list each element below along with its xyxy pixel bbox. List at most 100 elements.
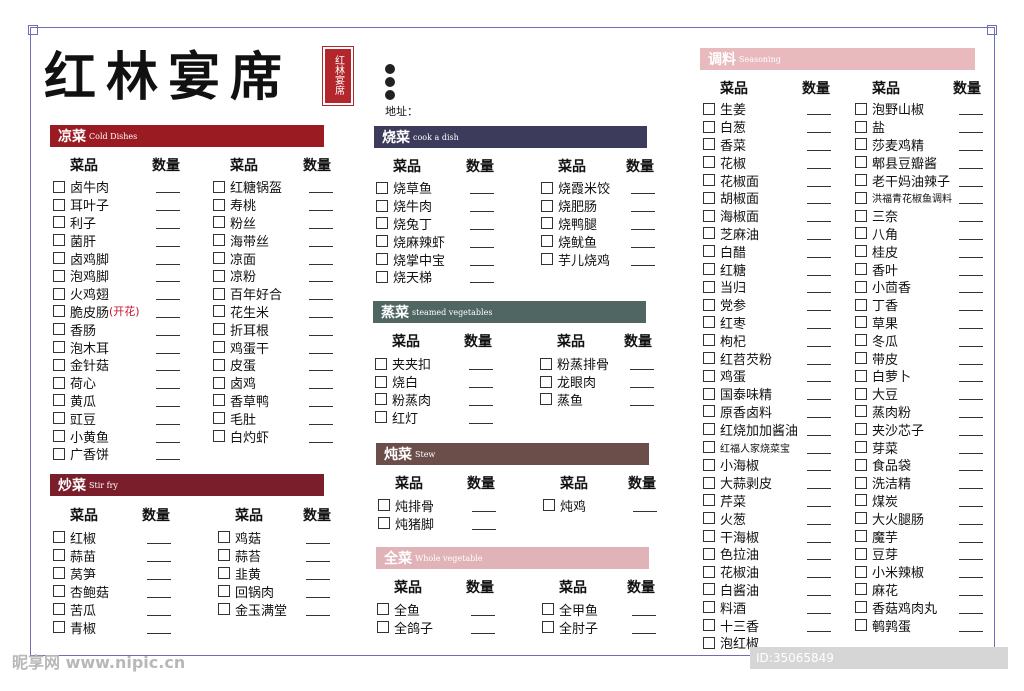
quantity-blank[interactable] <box>471 603 495 616</box>
quantity-blank[interactable] <box>632 603 656 616</box>
quantity-blank[interactable] <box>306 531 330 544</box>
quantity-blank[interactable] <box>959 583 983 596</box>
dish-checkbox[interactable] <box>213 376 225 389</box>
dish-checkbox[interactable] <box>377 621 389 633</box>
quantity-blank[interactable] <box>959 387 983 401</box>
dish-checkbox[interactable] <box>703 316 715 329</box>
quantity-blank[interactable] <box>807 156 831 169</box>
dish-checkbox[interactable] <box>218 549 230 561</box>
dish-checkbox[interactable] <box>703 387 715 400</box>
quantity-blank[interactable] <box>631 217 655 230</box>
dish-checkbox[interactable] <box>855 369 867 382</box>
dish-checkbox[interactable] <box>703 280 715 293</box>
dish-checkbox[interactable] <box>703 209 715 222</box>
quantity-blank[interactable] <box>807 423 831 436</box>
quantity-blank[interactable] <box>309 394 333 407</box>
dish-checkbox[interactable] <box>855 601 867 614</box>
quantity-blank[interactable] <box>959 512 983 525</box>
quantity-blank[interactable] <box>959 494 983 507</box>
dish-checkbox[interactable] <box>855 102 867 115</box>
quantity-blank[interactable] <box>807 334 831 347</box>
dish-checkbox[interactable] <box>855 387 867 400</box>
dish-checkbox[interactable] <box>375 393 387 406</box>
quantity-blank[interactable] <box>306 549 330 562</box>
quantity-blank[interactable] <box>156 376 180 390</box>
dish-checkbox[interactable] <box>376 181 388 194</box>
quantity-blank[interactable] <box>469 375 493 389</box>
dish-checkbox[interactable] <box>703 636 715 649</box>
quantity-blank[interactable] <box>630 375 654 389</box>
dish-checkbox[interactable] <box>541 235 553 248</box>
dish-checkbox[interactable] <box>703 263 715 276</box>
dish-checkbox[interactable] <box>703 530 715 543</box>
dish-checkbox[interactable] <box>703 156 715 169</box>
dish-checkbox[interactable] <box>53 358 65 371</box>
dish-checkbox[interactable] <box>213 198 225 211</box>
quantity-blank[interactable] <box>156 252 180 265</box>
quantity-blank[interactable] <box>156 341 180 354</box>
dish-checkbox[interactable] <box>703 138 715 151</box>
dish-checkbox[interactable] <box>855 316 867 329</box>
dish-checkbox[interactable] <box>542 603 554 615</box>
dish-checkbox[interactable] <box>855 263 867 276</box>
quantity-blank[interactable] <box>807 245 831 258</box>
quantity-blank[interactable] <box>807 316 831 329</box>
dish-checkbox[interactable] <box>377 603 389 615</box>
dish-checkbox[interactable] <box>376 235 388 248</box>
quantity-blank[interactable] <box>807 352 831 365</box>
dish-checkbox[interactable] <box>213 341 225 354</box>
quantity-blank[interactable] <box>472 517 496 530</box>
quantity-blank[interactable] <box>807 458 831 472</box>
dish-checkbox[interactable] <box>855 156 867 169</box>
quantity-blank[interactable] <box>807 209 831 223</box>
quantity-blank[interactable] <box>156 287 180 301</box>
quantity-blank[interactable] <box>807 138 831 151</box>
dish-checkbox[interactable] <box>855 530 867 543</box>
quantity-blank[interactable] <box>470 235 494 248</box>
dish-checkbox[interactable] <box>703 227 715 240</box>
dish-checkbox[interactable] <box>213 252 225 265</box>
quantity-blank[interactable] <box>959 352 983 365</box>
quantity-blank[interactable] <box>807 298 831 312</box>
dish-checkbox[interactable] <box>53 341 65 354</box>
dish-checkbox[interactable] <box>540 393 552 406</box>
quantity-blank[interactable] <box>156 234 180 247</box>
quantity-blank[interactable] <box>309 305 333 318</box>
quantity-blank[interactable] <box>959 369 983 383</box>
dish-checkbox[interactable] <box>855 120 867 133</box>
dish-checkbox[interactable] <box>703 352 715 365</box>
quantity-blank[interactable] <box>807 191 831 205</box>
dish-checkbox[interactable] <box>213 358 225 371</box>
dish-checkbox[interactable] <box>53 180 65 193</box>
quantity-blank[interactable] <box>470 270 494 284</box>
quantity-blank[interactable] <box>472 499 496 512</box>
quantity-blank[interactable] <box>156 447 180 461</box>
quantity-blank[interactable] <box>959 298 983 312</box>
dish-checkbox[interactable] <box>53 269 65 282</box>
quantity-blank[interactable] <box>309 216 333 229</box>
quantity-blank[interactable] <box>470 217 494 230</box>
dish-checkbox[interactable] <box>703 102 715 115</box>
quantity-blank[interactable] <box>959 227 983 240</box>
dish-checkbox[interactable] <box>703 458 715 471</box>
dish-checkbox[interactable] <box>540 375 552 388</box>
dish-checkbox[interactable] <box>855 227 867 240</box>
quantity-blank[interactable] <box>470 199 494 213</box>
dish-checkbox[interactable] <box>703 423 715 436</box>
quantity-blank[interactable] <box>631 253 655 266</box>
dish-checkbox[interactable] <box>855 334 867 347</box>
dish-checkbox[interactable] <box>855 494 867 507</box>
quantity-blank[interactable] <box>309 358 333 372</box>
dish-checkbox[interactable] <box>213 216 225 229</box>
dish-checkbox[interactable] <box>703 565 715 578</box>
quantity-blank[interactable] <box>807 494 831 507</box>
quantity-blank[interactable] <box>807 512 831 525</box>
quantity-blank[interactable] <box>631 199 655 213</box>
quantity-blank[interactable] <box>959 138 983 151</box>
dish-checkbox[interactable] <box>53 394 65 407</box>
quantity-blank[interactable] <box>959 458 983 472</box>
quantity-blank[interactable] <box>959 263 983 276</box>
quantity-blank[interactable] <box>309 198 333 212</box>
quantity-blank[interactable] <box>959 209 983 223</box>
quantity-blank[interactable] <box>630 393 654 406</box>
